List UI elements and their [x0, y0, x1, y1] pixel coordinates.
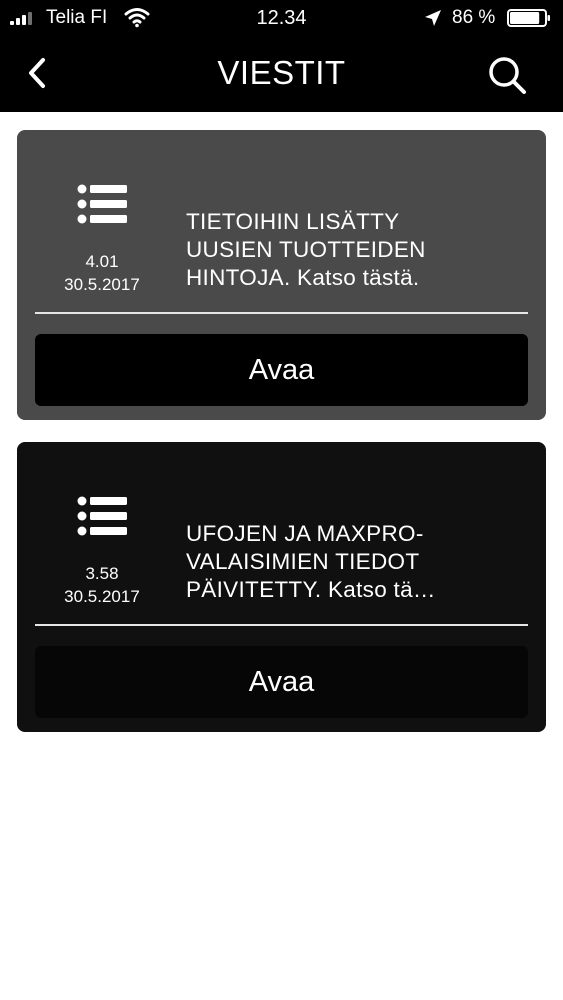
message-text-line: UFOJEN JA MAXPRO- — [186, 521, 424, 546]
battery-icon — [507, 9, 550, 27]
open-message-button[interactable]: Avaa — [35, 646, 528, 718]
message-text-line: VALAISIMIEN TIEDOT — [186, 549, 420, 574]
message-date: 30.5.2017 — [64, 587, 140, 606]
message-text-line: UUSIEN TUOTTEIDEN — [186, 237, 426, 262]
location-arrow-icon — [425, 10, 441, 26]
message-text: UFOJEN JA MAXPRO- VALAISIMIEN TIEDOT PÄI… — [186, 520, 531, 604]
message-text-line: HINTOJA. Katso tästä. — [186, 265, 420, 290]
battery-level-fill — [510, 12, 540, 24]
divider — [35, 312, 528, 314]
divider — [35, 624, 528, 626]
search-button[interactable] — [482, 50, 532, 100]
search-icon — [489, 57, 526, 94]
message-card: 3.58 30.5.2017 UFOJEN JA MAXPRO- VALAISI… — [17, 442, 546, 732]
message-card: 4.01 30.5.2017 TIETOIHIN LISÄTTY UUSIEN … — [17, 130, 546, 420]
list-icon — [77, 496, 127, 536]
message-text-line: PÄIVITETTY. Katso tä… — [186, 577, 436, 602]
message-text-line: TIETOIHIN LISÄTTY — [186, 209, 400, 234]
status-bar: Telia FI 12.34 86 % — [0, 0, 563, 36]
message-date: 30.5.2017 — [64, 275, 140, 294]
navigation-bar: VIESTIT — [0, 36, 563, 112]
list-icon — [77, 184, 127, 224]
message-time: 3.58 — [85, 564, 119, 583]
battery-percentage: 86 % — [452, 7, 496, 28]
message-time: 4.01 — [85, 252, 119, 271]
page-title: VIESTIT — [217, 54, 346, 91]
message-text: TIETOIHIN LISÄTTY UUSIEN TUOTTEIDEN HINT… — [186, 208, 531, 292]
open-message-button[interactable]: Avaa — [35, 334, 528, 406]
